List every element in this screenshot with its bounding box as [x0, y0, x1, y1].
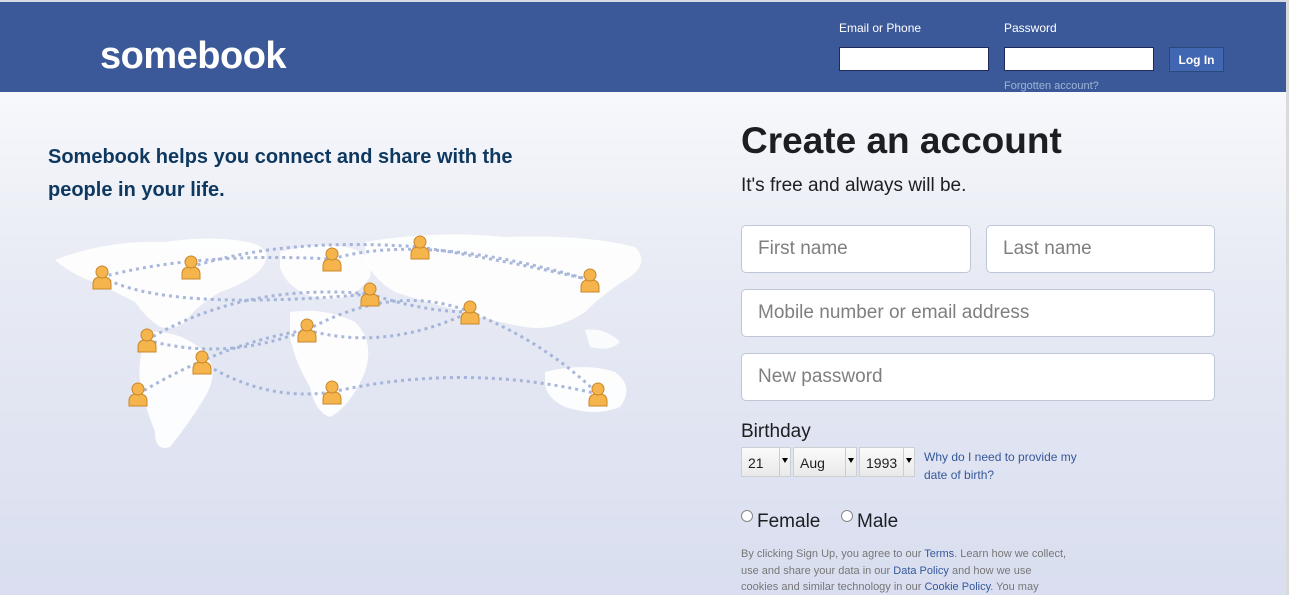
world-map-illustration: [55, 234, 642, 448]
last-name-input[interactable]: [986, 225, 1215, 273]
first-name-input[interactable]: [741, 225, 971, 273]
password-input[interactable]: [1004, 47, 1154, 71]
create-account-title: Create an account: [741, 120, 1062, 161]
legal-notice: By clicking Sign Up, you agree to our Te…: [741, 546, 1071, 596]
birthday-day-value: 21: [748, 455, 764, 471]
birthday-help-link[interactable]: Why do I need to provide my date of birt…: [924, 448, 1094, 484]
terms-link[interactable]: Terms: [924, 548, 954, 560]
birthday-day-select[interactable]: 21: [741, 447, 791, 477]
gender-female-option[interactable]: Female: [741, 510, 820, 533]
chevron-down-icon: [906, 458, 912, 463]
data-policy-link[interactable]: Data Policy: [893, 565, 949, 577]
gender-male-option[interactable]: Male: [841, 510, 898, 533]
male-radio[interactable]: [841, 510, 853, 522]
birthday-year-value: 1993: [866, 455, 898, 471]
create-account-subtitle: It's free and always will be.: [741, 175, 967, 196]
email-input[interactable]: [839, 47, 989, 71]
new-password-input[interactable]: [741, 353, 1215, 401]
female-label: Female: [757, 511, 821, 532]
password-label: Password: [1004, 21, 1057, 35]
chevron-down-icon: [782, 458, 788, 463]
logo[interactable]: somebook: [100, 35, 287, 78]
log-in-button[interactable]: Log In: [1169, 47, 1224, 72]
top-navigation-bar: somebook Email or Phone Password Log In …: [0, 0, 1286, 92]
female-radio[interactable]: [741, 510, 753, 522]
tagline: Somebook helps you connect and share wit…: [48, 146, 513, 201]
legal-suffix: . You may: [990, 581, 1039, 593]
birthday-label: Birthday: [741, 421, 811, 442]
birthday-month-value: Aug: [800, 455, 825, 471]
male-label: Male: [857, 511, 899, 532]
cookie-policy-link[interactable]: Cookie Policy: [924, 581, 990, 593]
birthday-month-select[interactable]: Aug: [793, 447, 857, 477]
mobile-or-email-input[interactable]: [741, 289, 1215, 337]
birthday-year-select[interactable]: 1993: [859, 447, 915, 477]
forgotten-account-link[interactable]: Forgotten account?: [1004, 80, 1099, 92]
legal-prefix: By clicking Sign Up, you agree to our: [741, 548, 925, 560]
chevron-down-icon: [848, 458, 854, 463]
email-label: Email or Phone: [839, 21, 922, 35]
